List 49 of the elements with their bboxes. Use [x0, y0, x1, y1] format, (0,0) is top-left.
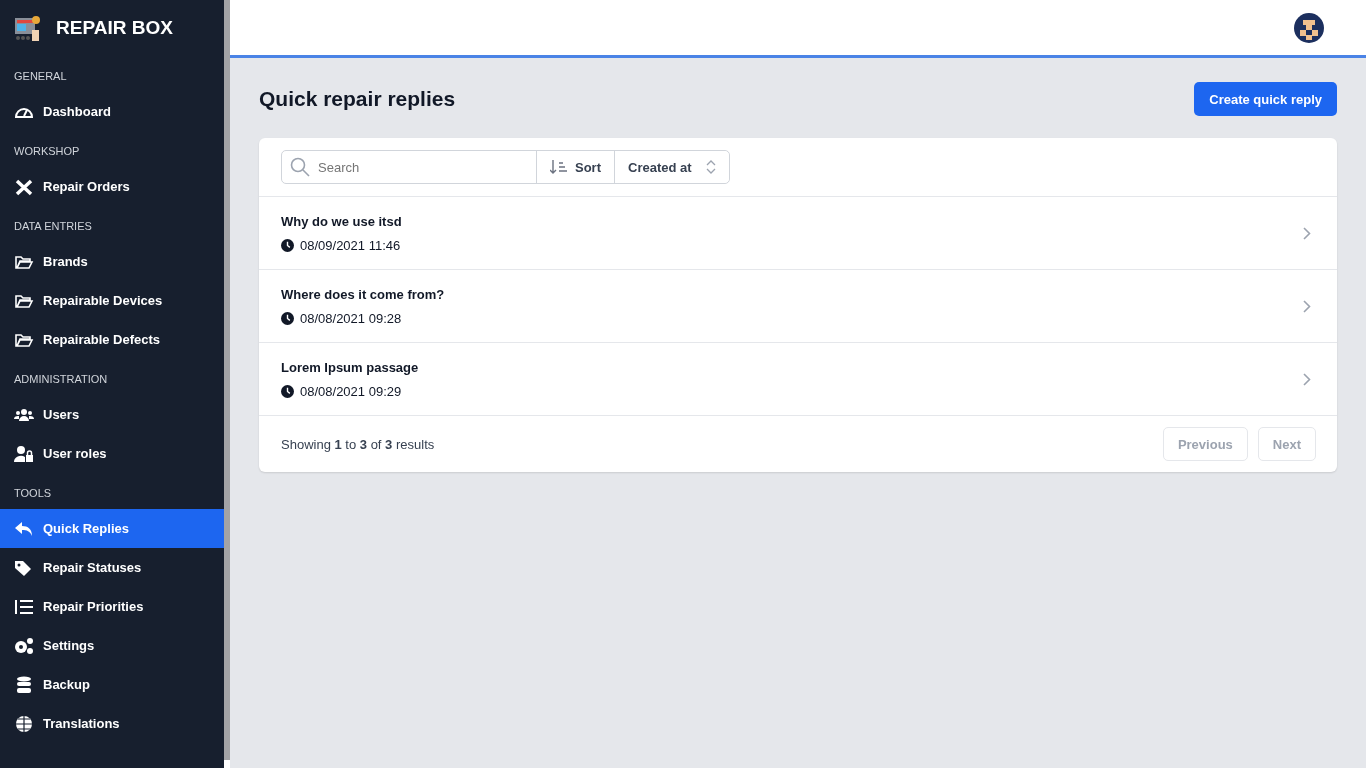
- quick-reply-row[interactable]: Why do we use itsd 08/09/2021 11:46: [259, 197, 1337, 270]
- reply-title: Where does it come from?: [281, 286, 445, 302]
- sidebar-item[interactable]: Repairable Defects: [0, 320, 224, 359]
- user-lock-icon: [14, 444, 34, 463]
- tags-icon: [14, 558, 34, 577]
- sidebar-item[interactable]: User roles: [0, 434, 224, 473]
- app-title: REPAIR BOX: [56, 17, 173, 39]
- quick-reply-row[interactable]: Lorem Ipsum passage 08/08/2021 09:29: [259, 343, 1337, 416]
- section-heading: DATA ENTRIES: [13, 219, 93, 234]
- sidebar-item[interactable]: Backup: [0, 665, 224, 704]
- sidebar-item[interactable]: Settings: [0, 626, 224, 665]
- sidebar-item[interactable]: Repairable Devices: [0, 281, 224, 320]
- sidebar-item[interactable]: Translations: [0, 704, 224, 743]
- chevron-right-icon: [1303, 372, 1311, 386]
- reply-icon: [14, 519, 34, 538]
- reply-date: 08/08/2021 09:29: [300, 383, 402, 399]
- clock-icon: [281, 238, 294, 252]
- reply-title: Lorem Ipsum passage: [281, 359, 419, 375]
- chevron-right-icon: [1303, 299, 1311, 313]
- reply-title: Why do we use itsd: [281, 213, 402, 229]
- reply-date: 08/08/2021 09:28: [300, 310, 402, 326]
- section-heading: GENERAL: [13, 69, 68, 84]
- sidebar-item[interactable]: Dashboard: [0, 92, 224, 131]
- create-quick-reply-button[interactable]: Create quick reply: [1194, 82, 1337, 116]
- reply-date: 08/09/2021 11:46: [300, 237, 401, 253]
- sidebar-item[interactable]: Repair Orders: [0, 167, 224, 206]
- section-heading: TOOLS: [13, 486, 53, 501]
- clock-icon: [281, 384, 294, 398]
- up-down-chevron-icon: [705, 160, 716, 174]
- clock-icon: [281, 311, 294, 325]
- sidebar-item[interactable]: Brands: [0, 242, 224, 281]
- search-icon: [290, 157, 310, 177]
- database-icon: [14, 675, 34, 694]
- quick-reply-row[interactable]: Where does it come from? 08/08/2021 09:28: [259, 270, 1337, 343]
- chevron-right-icon: [1303, 226, 1311, 240]
- avatar[interactable]: [1294, 12, 1324, 43]
- sidebar-item[interactable]: Repair Priorities: [0, 587, 224, 626]
- section-heading: WORKSHOP: [13, 144, 81, 159]
- sidebar-item[interactable]: Users: [0, 395, 224, 434]
- results-summary: Showing 1 to 3 of 3 results: [281, 436, 435, 452]
- gears-icon: [14, 636, 34, 655]
- globe-icon: [14, 714, 34, 733]
- sidebar-item[interactable]: Quick Replies: [0, 509, 224, 548]
- repair-machine-logo-icon: [14, 14, 42, 42]
- sidebar-item[interactable]: Repair Statuses: [0, 548, 224, 587]
- page-title: Quick repair replies: [259, 87, 456, 111]
- list-icon: [14, 597, 34, 616]
- section-heading: ADMINISTRATION: [13, 372, 109, 387]
- sort-icon: [550, 159, 568, 175]
